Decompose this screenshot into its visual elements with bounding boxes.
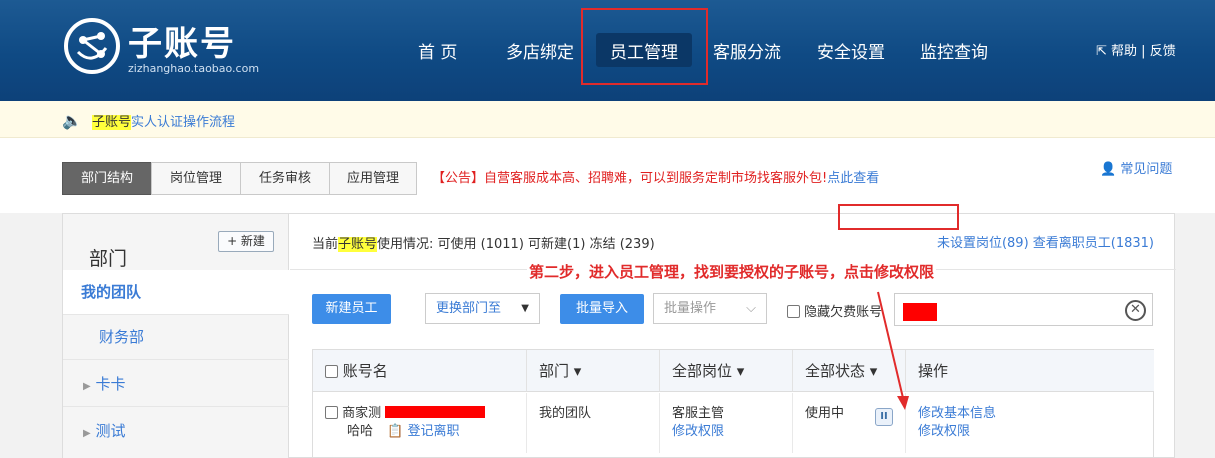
header-department[interactable]: 部门 ▾ [527,350,660,392]
batch-operation-label: 批量操作 [664,301,717,316]
cell-actions: 修改基本信息 修改权限 [906,393,1154,453]
cell-status: 使用中 II [793,393,906,453]
user-help-icon: 👤 [1100,162,1117,177]
announcement: 【公告】自营客服成本高、招聘难，可以到服务定制市场找客服外包!点此查看 [432,167,879,186]
redacted-search-text [903,303,937,321]
caret-right-icon[interactable]: ▶ [83,381,91,392]
unassigned-and-departed-links[interactable]: 未设置岗位(89) 查看离职员工(1831) [937,232,1154,251]
cell-account: 商家测 哈哈 📋 登记离职 [313,393,527,453]
sidebar-item-test[interactable]: ▶ 测试 [63,409,289,454]
nav-security[interactable]: 安全设置 [817,38,885,63]
new-department-button[interactable]: + 新建 [218,231,274,252]
header-account[interactable]: 账号名 [313,350,527,392]
usage-prefix: 当前 [312,237,339,252]
help-label: 帮助 | 反馈 [1111,44,1176,59]
caret-right-icon[interactable]: ▶ [83,428,91,439]
change-department-select[interactable]: 更换部门至 ▼ [425,293,540,324]
cell-department: 我的团队 [527,393,660,453]
employee-table: 账号名 部门 ▾ 全部岗位 ▾ 全部状态 ▾ 操作 商家测 哈哈 📋 登记离职 … [312,349,1154,458]
sidebar-item-finance[interactable]: 财务部 [63,315,289,360]
sidebar-item-label: 测试 [95,422,126,440]
faq-link[interactable]: 👤 常见问题 [1100,158,1172,177]
tab-department[interactable]: 部门结构 [62,162,152,195]
announcement-link[interactable]: 点此查看 [827,171,879,186]
clear-icon[interactable]: ✕ [1125,300,1146,321]
header-actions: 操作 [906,350,1154,392]
edit-permission-link[interactable]: 修改权限 [918,424,970,439]
clipboard-icon[interactable]: 📋 [387,424,403,439]
sidebar-item-label: 财务部 [99,328,145,346]
position-modify-permission-link[interactable]: 修改权限 [672,424,724,439]
hide-owing-label: 隐藏欠费账号 [804,305,883,320]
sidebar-item-label: 卡卡 [95,375,126,393]
new-employee-button[interactable]: 新建员工 [312,294,391,324]
register-leave-link[interactable]: 登记离职 [407,424,459,439]
annotation-box-permission [838,204,959,230]
usage-text: 使用情况: 可使用 (1011) 可新建(1) 冻结 (239) [377,237,655,252]
logo-subtitle: zizhanghao.taobao.com [128,62,260,75]
nav-multi-store[interactable]: 多店绑定 [506,38,574,63]
status-label: 使用中 [805,406,845,421]
edit-basic-info-link[interactable]: 修改基本信息 [918,406,996,421]
account-nickname: 哈哈 [347,424,374,439]
row-checkbox[interactable] [325,406,338,419]
tab-tasks[interactable]: 任务审核 [240,162,330,195]
select-all-checkbox[interactable] [325,365,338,378]
nav-monitor[interactable]: 监控查询 [920,38,988,63]
announcement-text: 【公告】自营客服成本高、招聘难，可以到服务定制市场找客服外包! [432,171,828,186]
redacted-account [385,406,486,418]
header-status[interactable]: 全部状态 ▾ [793,350,906,392]
main-panel: 部门 + 新建 我的团队 财务部 ▶ 卡卡 ▶ 测试 当前子账号使用情况: 可使… [62,213,1176,458]
notice-link[interactable]: 子账号实人认证操作流程 [92,111,235,130]
help-feedback-link[interactable]: ⇱ 帮助 | 反馈 [1096,40,1176,59]
position-label: 客服主管 [672,406,725,421]
notice-highlight: 子账号 [92,115,132,130]
annotation-box-nav [581,8,708,85]
notice-bar: 🔈 子账号实人认证操作流程 [0,101,1215,138]
external-link-icon: ⇱ [1096,44,1107,59]
nav-home[interactable]: 首 页 [418,38,457,63]
change-department-label: 更换部门至 [436,301,502,316]
sidebar-item-kaka[interactable]: ▶ 卡卡 [63,362,289,407]
employee-content: 当前子账号使用情况: 可使用 (1011) 可新建(1) 冻结 (239) 未设… [290,214,1176,458]
hide-owing-checkbox[interactable]: 隐藏欠费账号 [787,301,882,320]
header-account-label: 账号名 [342,362,388,380]
pause-icon[interactable]: II [875,408,893,426]
sidebar-item-my-team[interactable]: 我的团队 [63,270,289,315]
logo-icon [64,18,120,74]
tabs-area: 部门结构 岗位管理 任务审核 应用管理 【公告】自营客服成本高、招聘难，可以到服… [0,138,1215,213]
speaker-icon: 🔈 [62,111,82,130]
annotation-step-two: 第二步，进入员工管理，找到要授权的子账号，点击修改权限 [527,261,937,282]
logo-title[interactable]: 子账号 [128,16,236,65]
nav-customer-service[interactable]: 客服分流 [713,38,781,63]
header-position[interactable]: 全部岗位 ▾ [660,350,793,392]
cell-position: 客服主管 修改权限 [660,393,793,453]
usage-highlight: 子账号 [338,237,378,252]
batch-operation-select[interactable]: 批量操作 ⌵ [653,293,767,324]
tab-apps[interactable]: 应用管理 [329,162,417,195]
faq-label: 常见问题 [1120,162,1173,177]
account-name: 商家测 [342,406,382,421]
notice-label: 实人认证操作流程 [131,115,236,130]
sidebar-item-label: 我的团队 [81,283,142,301]
top-header: 子账号 zizhanghao.taobao.com 首 页 多店绑定 员工管理 … [0,0,1215,101]
department-sidebar: 部门 + 新建 我的团队 财务部 ▶ 卡卡 ▶ 测试 [63,214,289,458]
batch-import-button[interactable]: 批量导入 [560,294,644,324]
usage-summary: 当前子账号使用情况: 可使用 (1011) 可新建(1) 冻结 (239) [312,233,655,252]
sidebar-title: 部门 [89,248,128,270]
checkbox-icon[interactable] [787,305,800,318]
caret-down-icon: ▼ [521,303,529,314]
tab-positions[interactable]: 岗位管理 [151,162,241,195]
chevron-down-icon: ⌵ [746,301,756,316]
search-input[interactable]: ✕ [894,293,1153,326]
